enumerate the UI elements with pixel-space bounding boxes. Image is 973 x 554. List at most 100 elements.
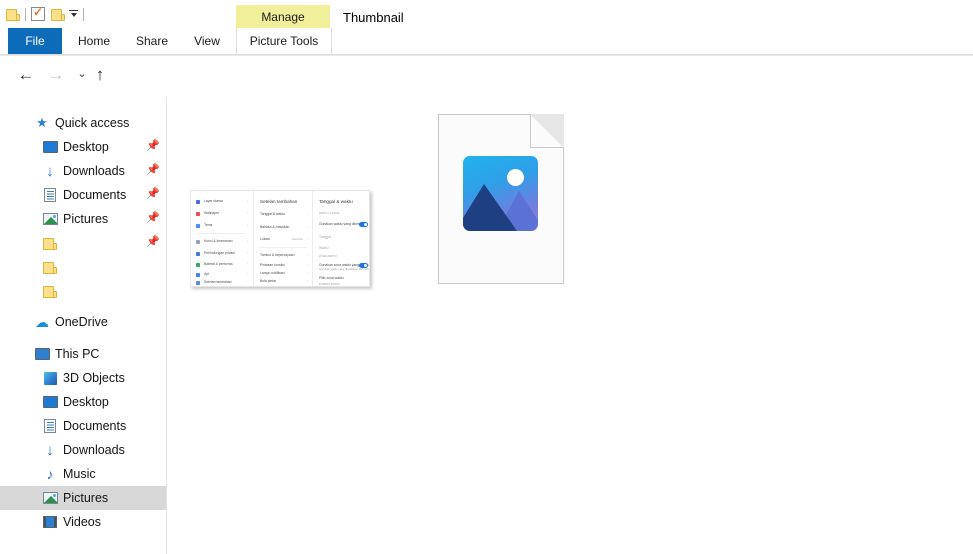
3d-objects-icon [42,370,58,386]
chevron-right-icon: › [306,263,308,267]
chevron-right-icon: › [306,225,308,229]
section-caption: FORMAT WAKTU [319,283,341,286]
list-item: Lokasi [260,237,270,241]
file-list-view[interactable]: Layar utama › Wallpaper › Tema › Kunci &… [167,97,973,554]
toggle-switch[interactable] [359,263,368,268]
sidebar-item-folder-2[interactable] [0,255,166,279]
music-icon: ♪ [46,466,54,482]
tab-share[interactable]: Share [126,28,178,54]
sidebar-item-downloads[interactable]: ↓ Downloads [0,438,166,462]
tab-view[interactable]: View [182,28,232,54]
sidebar-item-this-pc[interactable]: This PC [0,342,166,366]
list-item: Tanggal & waktu [260,212,285,216]
list-item-swatch [196,273,200,277]
contextual-tab-group-manage[interactable]: Manage [236,5,330,28]
quick-access-toolbar [6,5,89,23]
page-fold-edge [530,114,564,148]
sidebar-item-desktop[interactable]: Desktop [0,390,166,414]
sidebar-item-folder-3[interactable] [0,279,166,303]
preview-column-3: Tanggal & waktu WAKTU & ZONA Gunakan wak… [312,191,370,286]
videos-icon [42,514,58,530]
chevron-right-icon: › [306,279,308,283]
pictures-icon [42,211,58,227]
section-caption: WAKTU & ZONA [319,212,340,215]
sidebar-item-onedrive[interactable]: ☁ OneDrive [0,310,166,334]
list-item-sub: Gunakan waktu yang disediakan oleh jarin… [319,268,370,271]
divider [259,247,307,248]
chevron-right-icon: › [246,272,248,276]
pin-icon[interactable]: 📌 [146,189,160,201]
preview-column-3-header: Tanggal & waktu [319,199,353,204]
folder-icon [42,259,58,275]
window-title: Thumbnail [343,10,404,25]
navigation-pane[interactable]: ★ Quick access Desktop 📌 ↓ Downloads 📌 D… [0,97,166,554]
sidebar-group-label: Quick access [55,116,130,130]
desktop-icon [42,139,58,155]
chevron-right-icon: › [306,253,308,257]
downloads-icon: ↓ [46,162,54,180]
sidebar-item-3d-objects[interactable]: 3D Objects [0,366,166,390]
sidebar-item-label: Documents [63,419,127,433]
sidebar-item-label: This PC [55,347,100,361]
list-item: Wallpaper [204,211,220,215]
pin-icon[interactable]: 📌 [146,141,160,153]
list-item-swatch [196,212,200,216]
sidebar-item-label: Desktop [63,395,109,409]
properties-icon[interactable] [31,5,45,21]
list-item-value: Diaktifkan [291,238,303,241]
sidebar-item-desktop-quick[interactable]: Desktop 📌 [0,135,166,159]
list-item-swatch [196,252,200,256]
chevron-right-icon: › [306,212,308,216]
tab-picture-tools[interactable]: Picture Tools [236,28,332,54]
list-item: Tombol & kepercayaan [260,253,295,257]
settings-screenshot-thumbnail[interactable]: Layar utama › Wallpaper › Tema › Kunci &… [190,190,370,287]
toggle-switch[interactable] [359,222,368,227]
list-item: Bola pintar [260,279,277,283]
sidebar-item-downloads-quick[interactable]: ↓ Downloads 📌 [0,159,166,183]
sidebar-item-pictures[interactable]: Pictures [0,486,166,510]
picture-file-icon[interactable] [438,114,564,284]
list-item: Pintasan kondisi [260,263,285,267]
new-folder-icon[interactable] [51,8,65,21]
up-icon[interactable]: ↑ [88,62,112,86]
pin-star-icon: ★ [36,115,48,130]
sidebar-item-documents[interactable]: Documents [0,414,166,438]
tab-home[interactable]: Home [68,28,120,54]
sidebar-item-folder-1[interactable]: 📌 [0,231,166,255]
sidebar-group-quick-access[interactable]: ★ Quick access [0,111,166,135]
back-icon[interactable]: ← [14,62,38,86]
section-caption: ZONA WAKTU [319,255,337,258]
image-thumbnail-glyph [463,156,538,231]
list-item: Lampu notifikasi [260,271,285,275]
toolbar-divider-2 [83,7,84,21]
sidebar-item-pictures-quick[interactable]: Pictures 📌 [0,207,166,231]
divider [196,233,246,234]
ribbon-tab-strip: File Home Share View Picture Tools [0,28,973,54]
chevron-right-icon: › [246,223,248,227]
sidebar-item-documents-quick[interactable]: Documents 📌 [0,183,166,207]
sidebar-item-videos[interactable]: Videos [0,510,166,534]
pin-icon[interactable]: 📌 [146,213,160,225]
this-pc-monitor-icon [34,346,50,362]
list-item: Bahasa & masukan [260,225,290,229]
preview-column-2-header: Setelan tambahan [260,199,298,204]
pin-icon[interactable]: 📌 [146,237,160,249]
customize-dropdown-icon[interactable] [69,9,78,20]
tab-file[interactable]: File [8,28,62,54]
sidebar-item-label: Pictures [63,491,109,505]
documents-icon [42,187,58,203]
pin-icon[interactable]: 📌 [146,165,160,177]
onedrive-cloud-icon: ☁ [35,313,49,330]
folder-icon [42,235,58,251]
chevron-right-icon: › [246,251,248,255]
list-item-swatch [196,200,200,204]
list-item: Perlindungan privasi [204,251,235,255]
forward-icon[interactable]: → [44,62,68,86]
sidebar-item-label: OneDrive [55,315,108,329]
list-item: Apl [204,272,209,276]
sidebar-item-music[interactable]: ♪ Music [0,462,166,486]
chevron-right-icon: › [306,237,308,241]
explorer-folder-icon[interactable] [6,8,20,21]
list-item: Baterai & performa [204,262,233,266]
list-item: Waktu [319,246,329,250]
